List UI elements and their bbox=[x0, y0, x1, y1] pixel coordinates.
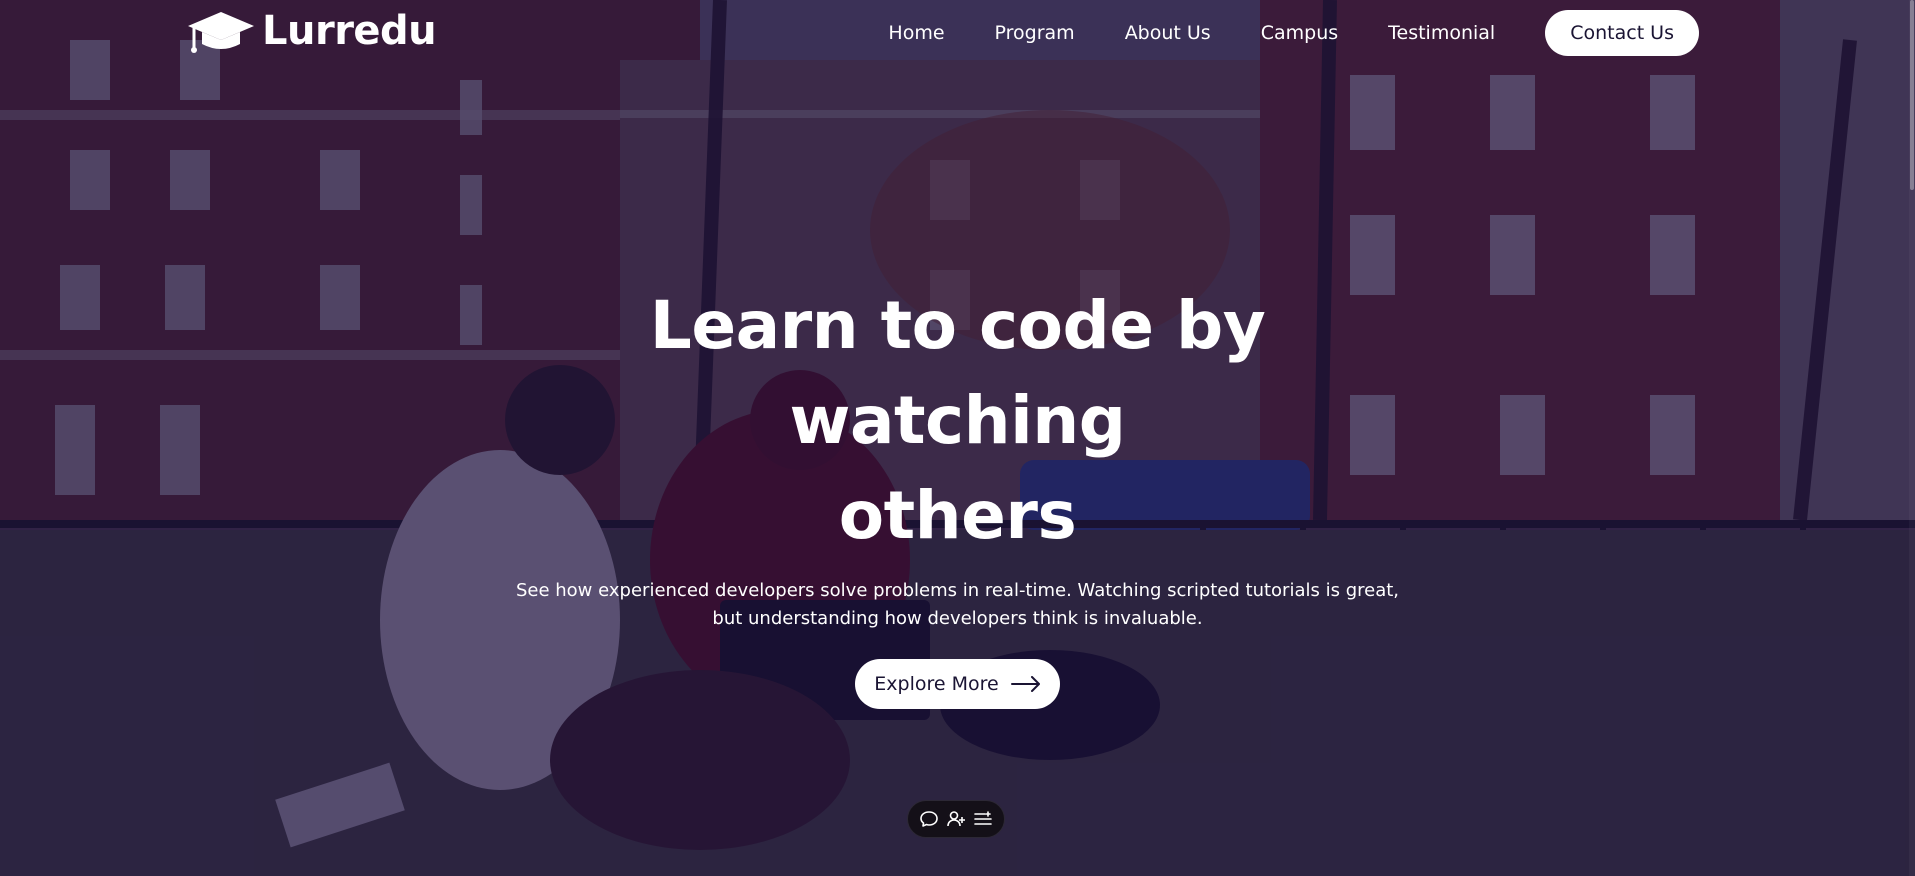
chat-bubble-icon[interactable] bbox=[919, 809, 939, 829]
scrollbar-thumb[interactable] bbox=[1910, 0, 1914, 190]
explore-more-label: Explore More bbox=[874, 673, 999, 695]
nav-program-link[interactable]: Program bbox=[995, 10, 1075, 56]
hero-subtitle: See how experienced developers solve pro… bbox=[508, 577, 1408, 633]
hero-section: Lurredu Home Program About Us Campus Tes… bbox=[0, 0, 1915, 876]
list-icon[interactable] bbox=[973, 809, 993, 829]
contact-us-button[interactable]: Contact Us bbox=[1545, 10, 1699, 56]
brand-name: Lurredu bbox=[262, 8, 437, 54]
hero-title: Learn to code by watching others bbox=[478, 278, 1438, 563]
graduation-cap-icon bbox=[188, 12, 254, 53]
hero-content: Learn to code by watching others See how… bbox=[0, 278, 1915, 709]
hero-title-line-2: others bbox=[838, 477, 1077, 554]
main-menu: Home Program About Us Campus Testimonial… bbox=[888, 10, 1699, 56]
hero-subtitle-line-1: See how experienced developers solve pro… bbox=[515, 580, 1400, 601]
nav-campus-link[interactable]: Campus bbox=[1261, 10, 1338, 56]
nav-about-us-link[interactable]: About Us bbox=[1125, 10, 1211, 56]
top-navigation: Lurredu Home Program About Us Campus Tes… bbox=[0, 0, 1915, 66]
arrow-right-icon bbox=[1010, 676, 1040, 692]
nav-testimonial-link[interactable]: Testimonial bbox=[1388, 10, 1495, 56]
page-scrollbar[interactable] bbox=[1909, 0, 1915, 876]
add-user-icon[interactable] bbox=[946, 809, 966, 829]
explore-more-button[interactable]: Explore More bbox=[855, 659, 1060, 709]
hero-title-line-1: Learn to code by watching bbox=[649, 287, 1266, 459]
hero-subtitle-line-2: but understanding how developers think i… bbox=[712, 608, 1203, 629]
brand-logo[interactable]: Lurredu bbox=[186, 8, 437, 54]
floating-toolbar bbox=[907, 800, 1005, 838]
nav-home-link[interactable]: Home bbox=[888, 10, 944, 56]
